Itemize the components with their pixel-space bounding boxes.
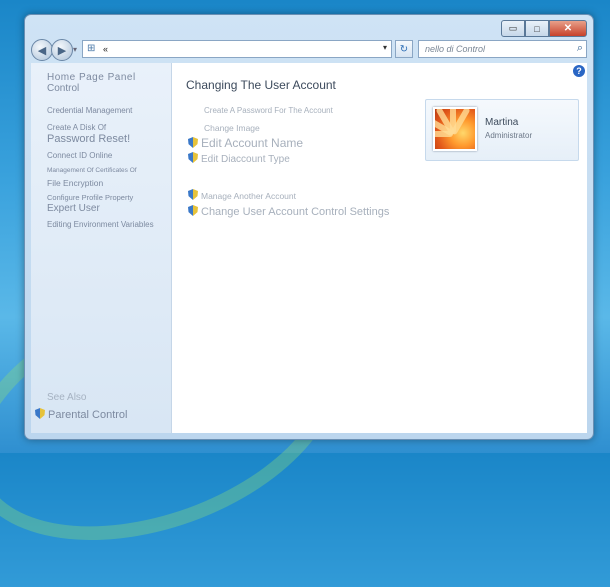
link-edit-account-name[interactable]: Edit Account Name	[188, 136, 303, 150]
link-change-uac-settings[interactable]: Change User Account Control Settings	[188, 205, 389, 218]
back-arrow-icon: ◀	[37, 44, 47, 57]
control-panel-icon: ⊞	[87, 43, 96, 54]
user-avatar	[433, 107, 477, 151]
change-uac-settings-label: Change User Account Control Settings	[201, 206, 390, 218]
sidebar-item-advanced-profile-line2[interactable]: Expert User	[47, 203, 100, 214]
sidebar-item-password-reset-disk[interactable]: Create A Disk Of	[47, 123, 106, 132]
sidebar-item-environment-variables[interactable]: Editing Environment Variables	[47, 220, 154, 229]
maximize-button[interactable]: □	[525, 20, 549, 37]
user-name: Martina	[485, 117, 519, 128]
main-panel: ? Changing The User Account Create A Pas…	[172, 63, 587, 433]
uac-shield-icon	[188, 205, 198, 216]
caption-buttons: ▭ □ ✕	[501, 20, 587, 37]
refresh-button[interactable]: ↻	[395, 40, 413, 58]
search-icon[interactable]: ⌕	[577, 42, 583, 55]
parental-control-label: Parental Control	[48, 409, 128, 421]
sidebar-item-password-reset-disk-line2[interactable]: Password Reset!	[47, 133, 130, 145]
uac-shield-icon	[188, 152, 198, 163]
address-breadcrumb[interactable]: «	[103, 44, 108, 54]
avatar-flower-petal	[435, 131, 453, 137]
user-account-card: Martina Administrator	[425, 99, 579, 161]
forward-arrow-icon: ▶	[57, 44, 67, 57]
back-button[interactable]: ◀	[31, 39, 53, 61]
sidebar-item-certificates[interactable]: Management Of Certificates Of	[47, 167, 137, 174]
navigation-bar: ◀ ▶ ▾ ⊞ « ▾ ↻ nello di Control ⌕	[31, 39, 587, 61]
user-role: Administrator	[485, 131, 533, 140]
link-create-password[interactable]: Create A Password For The Account	[204, 106, 333, 115]
search-input[interactable]: nello di Control ⌕	[418, 40, 587, 58]
see-also-heading: See Also	[47, 392, 87, 403]
address-dropdown-icon[interactable]: ▾	[383, 43, 387, 52]
forward-button[interactable]: ▶	[51, 39, 73, 61]
sidebar-item-parental-control[interactable]: Parental Control	[35, 408, 128, 421]
search-placeholder: nello di Control	[425, 44, 486, 54]
uac-shield-icon	[35, 408, 45, 419]
sidebar-item-advanced-profile[interactable]: Configure Profile Property	[47, 193, 133, 202]
minimize-button[interactable]: ▭	[501, 20, 525, 37]
close-button[interactable]: ✕	[549, 20, 587, 37]
uac-shield-icon	[188, 137, 198, 148]
sidebar-home-link[interactable]: Home Page Panel	[47, 72, 136, 83]
content-area: Home Page Panel Control Credential Manag…	[31, 63, 587, 433]
sidebar-item-connect-id-online[interactable]: Connect ID Online	[47, 151, 112, 160]
link-edit-account-type[interactable]: Edit Diaccount Type	[188, 152, 290, 165]
address-bar[interactable]: ⊞ « ▾	[82, 40, 392, 58]
recent-pages-dropdown-icon[interactable]: ▾	[73, 45, 77, 54]
edit-account-type-label: Edit Diaccount Type	[201, 154, 290, 165]
edit-account-name-label: Edit Account Name	[201, 136, 304, 150]
link-change-image[interactable]: Change Image	[204, 123, 260, 133]
help-icon[interactable]: ?	[573, 65, 585, 77]
link-manage-another-account[interactable]: Manage Another Account	[188, 189, 296, 201]
page-title: Changing The User Account	[186, 78, 336, 92]
control-panel-window: ▭ □ ✕ ◀ ▶ ▾ ⊞ « ▾ ↻ nello di Control ⌕ H…	[24, 14, 594, 440]
uac-shield-icon	[188, 189, 198, 200]
sidebar-item-credential-management[interactable]: Credential Management	[47, 106, 132, 115]
sidebar: Home Page Panel Control Credential Manag…	[31, 63, 172, 433]
manage-another-account-label: Manage Another Account	[201, 191, 296, 201]
sidebar-home-link-line2[interactable]: Control	[47, 83, 79, 94]
sidebar-item-certificates-line2[interactable]: File Encryption	[47, 178, 103, 188]
refresh-icon: ↻	[399, 43, 409, 55]
